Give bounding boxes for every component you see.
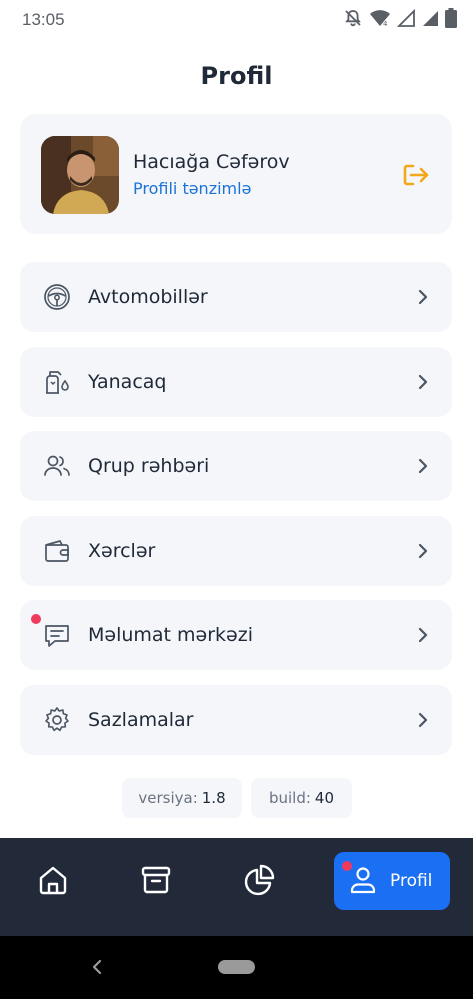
status-icons: 4 (343, 8, 457, 28)
version-badge: versiya: 1.8 (122, 778, 242, 818)
chevron-right-icon (418, 458, 428, 474)
signal-icon (397, 9, 415, 27)
battery-icon (445, 8, 457, 28)
notification-dot (31, 614, 41, 624)
steering-wheel-icon (44, 284, 70, 310)
tab-statistics[interactable] (239, 860, 279, 900)
tab-label: Profil (390, 871, 433, 891)
users-icon (44, 455, 70, 476)
menu-label: Avtomobillər (88, 286, 208, 308)
profile-name: Hacıağa Cəfərov (133, 151, 290, 173)
archive-icon (141, 866, 171, 894)
system-navigation-bar (0, 936, 473, 999)
home-pill[interactable] (218, 960, 255, 974)
tab-archive[interactable] (136, 860, 176, 900)
build-badge: build: 40 (251, 778, 352, 818)
profile-card[interactable]: Hacıağa Cəfərov Profili tənzimlə (20, 114, 452, 234)
home-icon (39, 866, 67, 895)
menu-label: Qrup rəhbəri (88, 455, 210, 477)
chevron-right-icon (418, 543, 428, 559)
tab-home[interactable] (33, 860, 73, 900)
signal-icon-2 (423, 11, 438, 26)
bottom-tab-bar: Profil (0, 838, 473, 936)
menu-item-avtomobiller[interactable]: Avtomobillər (20, 262, 452, 332)
build-value: 40 (314, 789, 335, 807)
chevron-right-icon (418, 712, 428, 728)
menu-item-qrup-rehberi[interactable]: Qrup rəhbəri (20, 431, 452, 501)
menu-item-yanacaq[interactable]: Yanacaq (20, 347, 452, 417)
message-icon (45, 625, 69, 647)
chevron-right-icon (418, 289, 428, 305)
fuel-pump-icon (46, 371, 69, 394)
menu-item-sazlamalar[interactable]: Sazlamalar (20, 685, 452, 755)
logout-button[interactable] (400, 159, 432, 191)
version-value: 1.8 (201, 789, 226, 807)
menu-item-melumat-merkezi[interactable]: Məlumat mərkəzi (20, 600, 452, 670)
logout-icon (403, 164, 429, 186)
menu-item-xercler[interactable]: Xərclər (20, 516, 452, 586)
menu-label: Məlumat mərkəzi (88, 624, 253, 646)
notifications-off-icon (345, 10, 361, 27)
chevron-right-icon (418, 627, 428, 643)
menu-label: Sazlamalar (88, 709, 194, 731)
edit-profile-link[interactable]: Profili tənzimlə (133, 179, 251, 198)
user-icon (350, 867, 376, 894)
gear-icon (45, 707, 69, 732)
menu-label: Xərclər (88, 540, 156, 562)
menu-label: Yanacaq (88, 371, 167, 393)
tab-profil[interactable]: Profil (334, 852, 450, 910)
wallet-icon (45, 540, 69, 562)
version-info: versiya: 1.8 build: 40 (0, 778, 473, 818)
status-bar: 13:05 4 (0, 0, 473, 40)
version-label: versiya: (138, 789, 198, 807)
pie-chart-icon (244, 864, 275, 896)
build-label: build: (268, 789, 311, 807)
back-icon[interactable] (88, 956, 106, 978)
page-title: Profil (200, 62, 273, 90)
status-time: 13:05 (22, 10, 65, 29)
chevron-right-icon (418, 374, 428, 390)
svg-text:4: 4 (383, 20, 388, 28)
wifi-icon: 4 (370, 10, 390, 28)
avatar (41, 136, 119, 214)
